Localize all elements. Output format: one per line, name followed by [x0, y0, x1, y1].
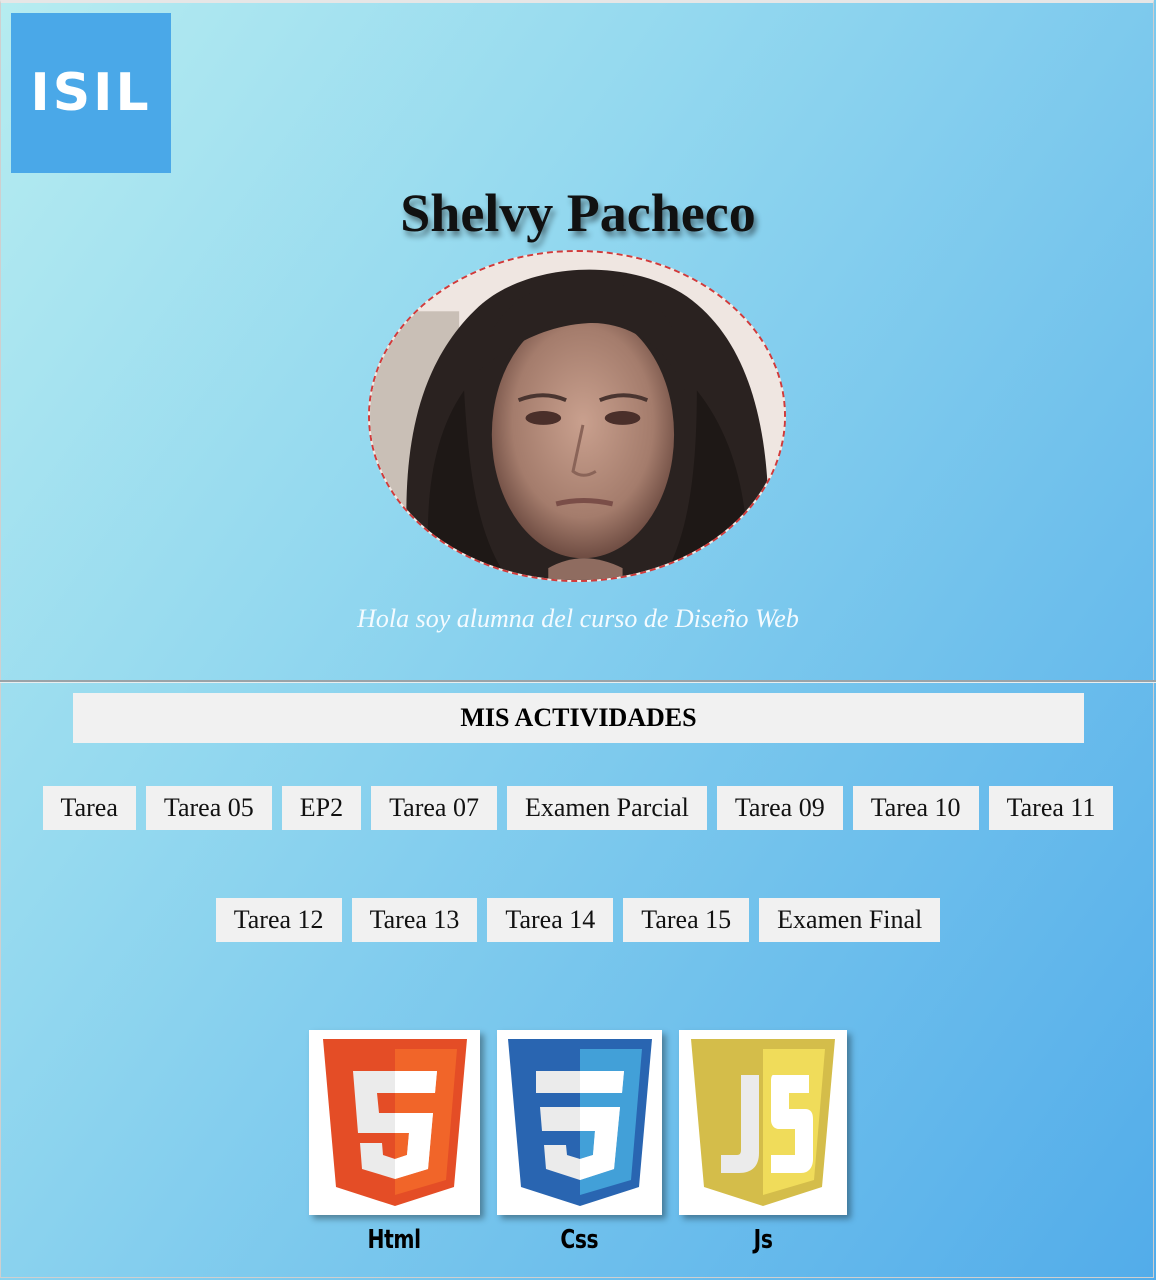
activity-button-tarea-10[interactable]: Tarea 10	[852, 786, 979, 830]
activity-button-tarea-13[interactable]: Tarea 13	[351, 898, 478, 942]
activity-button-tarea-07[interactable]: Tarea 07	[371, 786, 497, 830]
activities-title: MIS ACTIVIDADES	[73, 693, 1084, 743]
section-divider	[0, 680, 1156, 683]
activity-button-tarea-15[interactable]: Tarea 15	[623, 898, 750, 942]
js-icon[interactable]	[679, 1030, 847, 1215]
tech-label-html: Html	[367, 1225, 422, 1255]
activity-button-examen-final[interactable]: Examen Final	[759, 898, 941, 942]
page-title: Shelvy Pacheco	[400, 183, 756, 243]
tech-css: Css	[497, 1030, 662, 1255]
profile-photo	[368, 250, 786, 582]
activity-button-tarea-05[interactable]: Tarea 05	[145, 786, 272, 830]
activity-button-tarea[interactable]: Tarea	[42, 786, 136, 830]
activity-button-ep2[interactable]: EP2	[281, 786, 362, 830]
css3-icon[interactable]	[497, 1030, 662, 1215]
tech-html: Html	[309, 1030, 480, 1255]
isil-logo[interactable]: ISIL	[11, 13, 171, 173]
activity-button-examen-parcial[interactable]: Examen Parcial	[506, 786, 707, 830]
tech-label-css: Css	[560, 1225, 599, 1255]
activities-row-1: Tarea Tarea 05 EP2 Tarea 07 Examen Parci…	[0, 786, 1156, 830]
tech-js: Js	[679, 1030, 847, 1255]
activity-button-tarea-09[interactable]: Tarea 09	[716, 786, 843, 830]
html5-icon[interactable]	[309, 1030, 480, 1215]
portrait-illustration	[370, 252, 784, 580]
tech-label-js: Js	[753, 1225, 773, 1255]
activity-button-tarea-12[interactable]: Tarea 12	[215, 898, 342, 942]
activities-row-2: Tarea 12 Tarea 13 Tarea 14 Tarea 15 Exam…	[0, 898, 1156, 942]
activity-button-tarea-11[interactable]: Tarea 11	[988, 786, 1114, 830]
activity-button-tarea-14[interactable]: Tarea 14	[487, 898, 614, 942]
logo-text: ISIL	[30, 63, 152, 123]
intro-text: Hola soy alumna del curso de Diseño Web	[357, 604, 799, 633]
